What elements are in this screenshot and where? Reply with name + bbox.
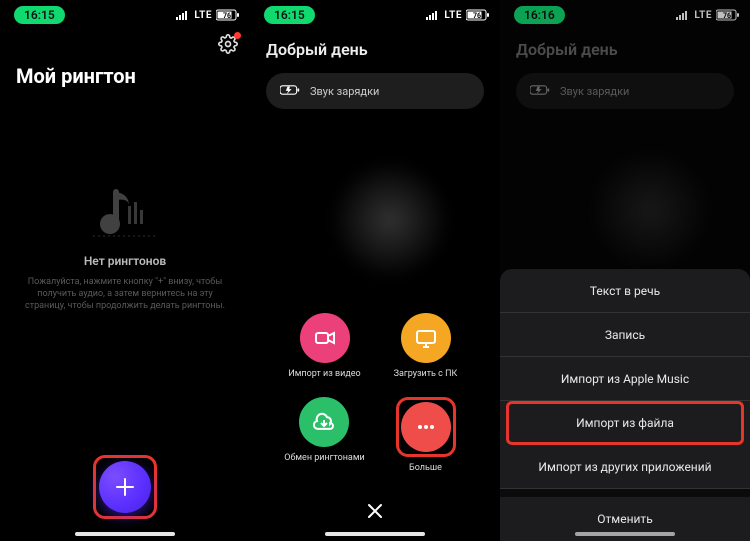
svg-text:76: 76 <box>473 12 481 20</box>
action-more[interactable]: Больше <box>396 397 456 473</box>
status-time: 16:15 <box>14 6 65 24</box>
settings-button[interactable] <box>218 34 238 54</box>
more-dots-icon <box>414 415 438 439</box>
close-icon <box>365 501 385 521</box>
plus-icon <box>114 476 136 498</box>
home-indicator[interactable] <box>575 532 675 536</box>
action-grid: Импорт из видео Загрузить с ПК Обмен рин… <box>250 313 500 473</box>
background-blob <box>330 160 450 280</box>
screen-my-ringtone: 16:15 LTE 76 Мой рингтон <box>0 0 250 541</box>
page-title: Мой рингтон <box>0 54 250 92</box>
empty-body: Пожалуйста, нажмите кнопку "+" внизу, чт… <box>20 276 230 312</box>
empty-state: Нет рингтонов Пожалуйста, нажмите кнопку… <box>0 180 250 312</box>
status-bar: 16:15 LTE 76 <box>250 0 500 30</box>
signal-icon <box>426 10 440 20</box>
signal-icon <box>176 10 190 20</box>
sheet-item-import-file[interactable]: Импорт из файла <box>506 401 744 445</box>
action-sheet: Текст в речь Запись Импорт из Apple Musi… <box>500 269 750 541</box>
battery-icon: 76 <box>216 9 240 21</box>
status-right: LTE 76 <box>426 9 490 21</box>
action-label: Импорт из видео <box>288 369 360 379</box>
status-right: LTE 76 <box>176 9 240 21</box>
empty-title: Нет рингтонов <box>20 254 230 268</box>
sheet-item-tts[interactable]: Текст в речь <box>500 269 750 313</box>
action-download-pc[interactable]: Загрузить с ПК <box>394 313 458 379</box>
cloud-download-icon <box>312 410 336 434</box>
header-actions <box>0 30 250 54</box>
charging-sound-chip[interactable]: Звук зарядки <box>266 73 484 109</box>
status-bar: 16:15 LTE 76 <box>0 0 250 30</box>
battery-charge-icon <box>280 84 300 99</box>
add-button-container <box>0 455 250 519</box>
battery-icon: 76 <box>466 9 490 21</box>
notification-dot <box>234 32 241 39</box>
sheet-item-apple-music[interactable]: Импорт из Apple Music <box>500 357 750 401</box>
network-label: LTE <box>194 10 212 21</box>
music-note-icon <box>20 180 230 244</box>
network-label: LTE <box>444 10 462 21</box>
action-label: Больше <box>396 463 456 473</box>
screen-import-menu: 16:15 LTE 76 Добрый день Звук зарядки Им… <box>250 0 500 541</box>
chip-label: Звук зарядки <box>310 85 379 98</box>
highlight-box <box>396 397 456 457</box>
sheet-item-other-apps[interactable]: Импорт из других приложений <box>500 445 750 489</box>
add-button[interactable] <box>99 461 151 513</box>
video-icon <box>313 326 337 350</box>
action-label: Загрузить с ПК <box>394 369 458 379</box>
action-import-video[interactable]: Импорт из видео <box>288 313 360 379</box>
greeting-title: Добрый день <box>250 30 500 69</box>
action-share-ringtones[interactable]: Обмен рингтонами <box>284 397 364 473</box>
sheet-separator <box>500 489 750 497</box>
svg-text:76: 76 <box>223 12 231 20</box>
monitor-icon <box>414 326 438 350</box>
home-indicator[interactable] <box>75 532 175 536</box>
close-button[interactable] <box>250 501 500 521</box>
status-time: 16:15 <box>264 6 315 24</box>
sheet-item-record[interactable]: Запись <box>500 313 750 357</box>
highlight-box <box>93 455 157 519</box>
home-indicator[interactable] <box>325 532 425 536</box>
action-label: Обмен рингтонами <box>284 453 364 463</box>
screen-more-sheet: 16:16 LTE 76 Добрый день Звук зарядки Те… <box>500 0 750 541</box>
